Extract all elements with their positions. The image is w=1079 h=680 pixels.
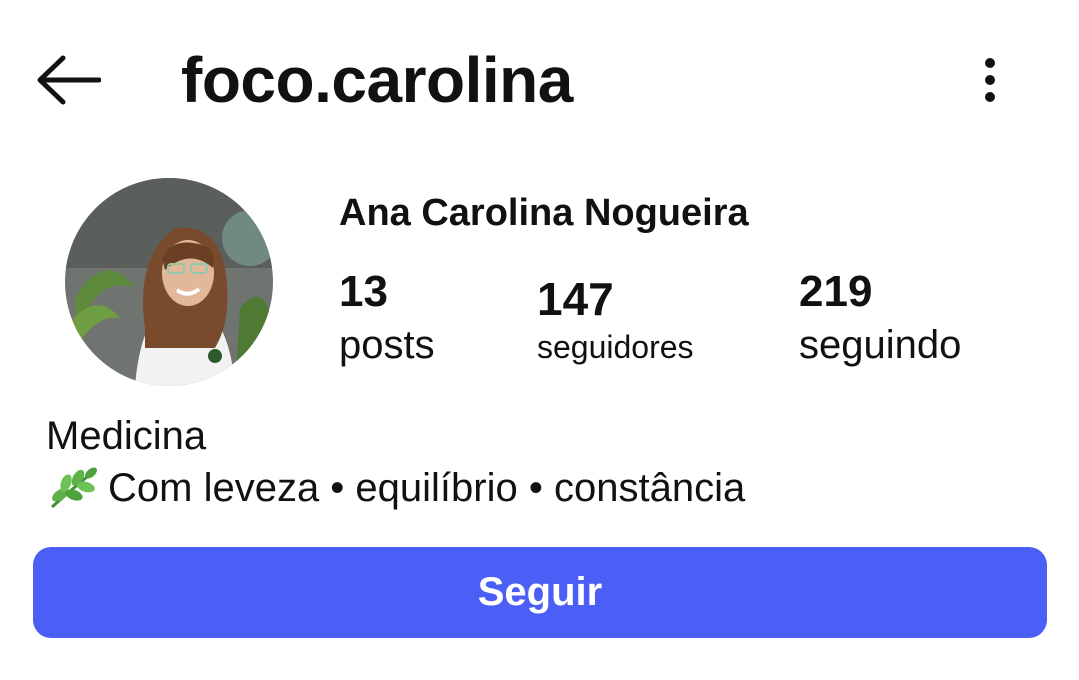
stat-posts[interactable]: 13 posts xyxy=(339,268,435,378)
stat-posts-label: posts xyxy=(339,323,435,367)
stat-following[interactable]: 219 seguindo xyxy=(799,268,961,378)
profile-photo xyxy=(65,178,273,386)
stat-followers[interactable]: 147 seguidores xyxy=(537,274,694,374)
avatar[interactable] xyxy=(65,178,273,386)
bio-line-1: Medicina xyxy=(46,414,207,458)
stat-followers-label: seguidores xyxy=(537,329,694,365)
more-options-button[interactable] xyxy=(960,50,1020,110)
stat-posts-count: 13 xyxy=(339,267,388,316)
herb-leaf-icon xyxy=(51,467,97,509)
stat-followers-count: 147 xyxy=(537,273,614,325)
page-title: foco.carolina xyxy=(181,44,573,116)
stat-following-label: seguindo xyxy=(799,323,962,367)
more-vertical-icon xyxy=(985,58,995,102)
bio-line-2-container: Com leveza • equilíbrio • constância xyxy=(46,462,745,514)
bio-line-2: Com leveza • equilíbrio • constância xyxy=(108,466,746,510)
arrow-left-icon xyxy=(37,55,101,105)
profile-bio: Medicina Com leveza • equilíbrio • const… xyxy=(46,410,745,514)
back-button[interactable] xyxy=(30,48,106,112)
profile-full-name: Ana Carolina Nogueira xyxy=(339,192,749,234)
stat-following-count: 219 xyxy=(799,267,873,316)
follow-button[interactable]: Seguir xyxy=(33,547,1047,638)
